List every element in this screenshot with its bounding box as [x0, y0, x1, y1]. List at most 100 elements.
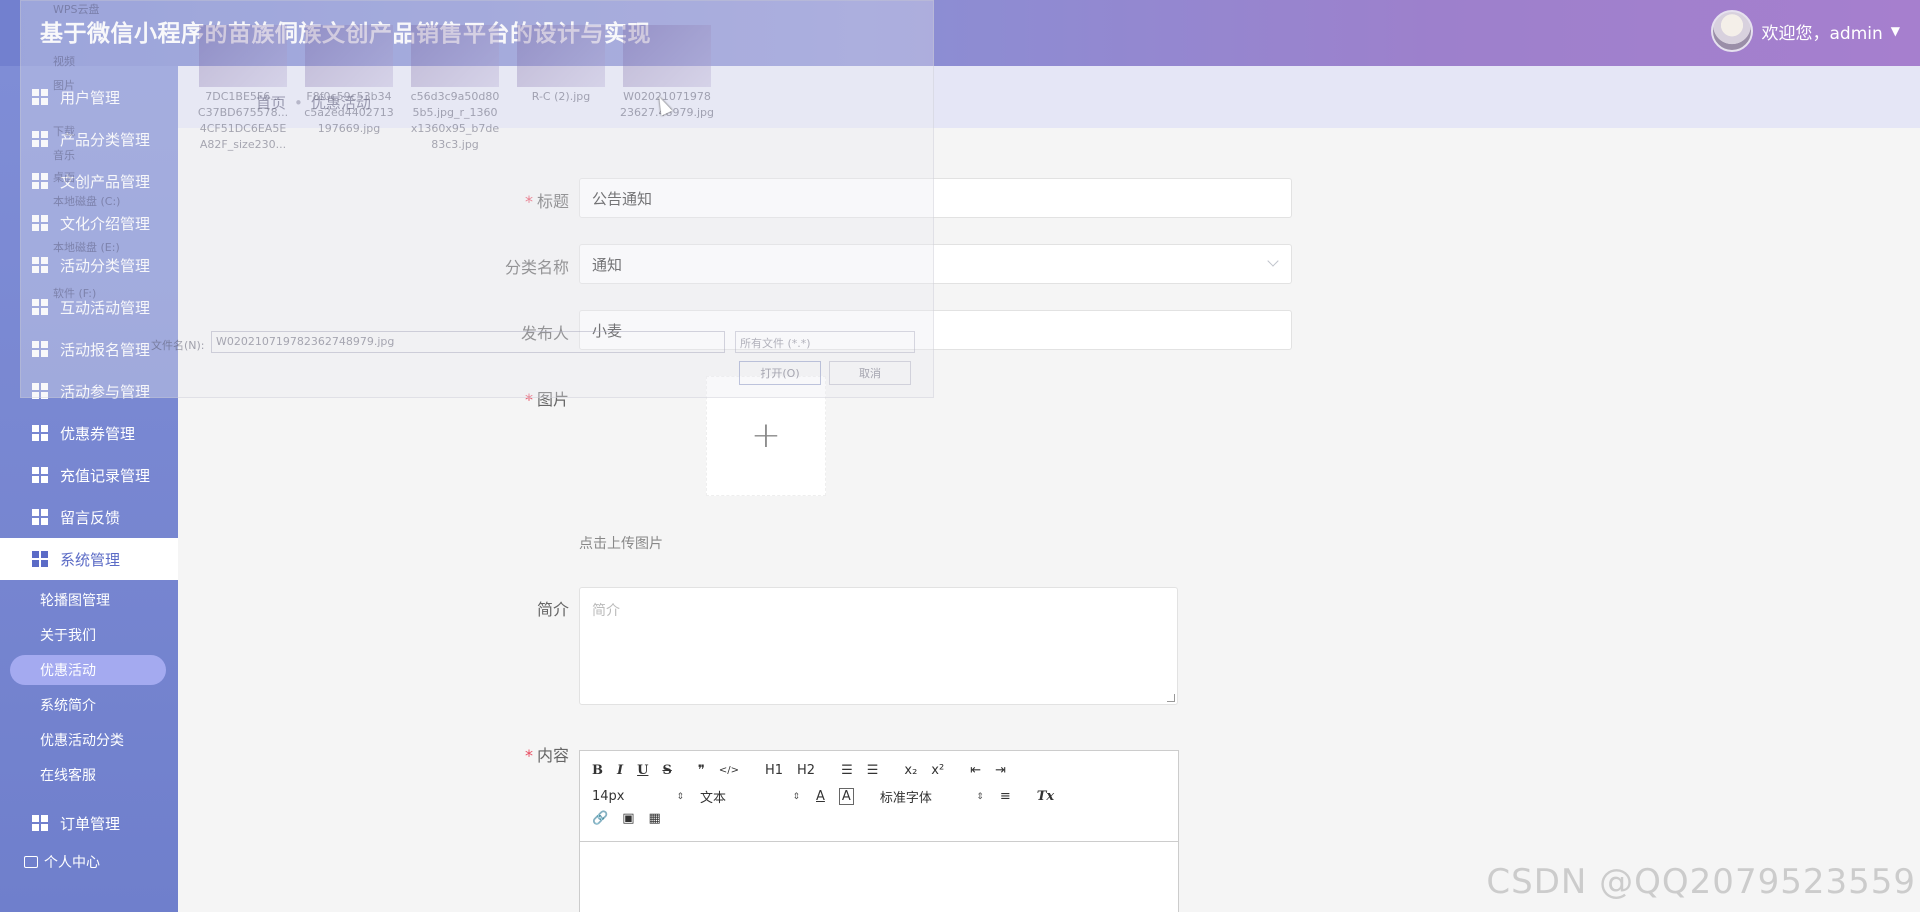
bold-icon[interactable]: B	[592, 763, 603, 778]
intro-textarea[interactable]: 简介	[579, 587, 1178, 705]
sidebar-item-activity-category[interactable]: 活动分类管理	[0, 244, 178, 286]
subscript-icon[interactable]: x₂	[904, 763, 917, 778]
font-family-value: 标准字体	[879, 791, 932, 806]
required-mark: *	[524, 746, 533, 765]
sidebar-item-product-category[interactable]: 产品分类管理	[0, 118, 178, 160]
font-color-icon[interactable]: A	[816, 789, 825, 804]
quote-icon[interactable]: ❞	[698, 763, 705, 778]
image-label: * 图片	[524, 390, 569, 409]
sidebar-item-feedback[interactable]: 留言反馈	[0, 496, 178, 538]
sidebar-item-label: 用户管理	[60, 88, 121, 107]
sidebar-item-label: 留言反馈	[60, 508, 121, 527]
window-icon	[24, 856, 38, 868]
ordered-list-icon[interactable]: ☰	[841, 763, 853, 778]
sidebar-item-system[interactable]: 系统管理	[0, 538, 178, 580]
heading2-icon[interactable]: H2	[797, 763, 815, 778]
publisher-input[interactable]: 小麦	[579, 310, 1292, 350]
text-type-select[interactable]: 文本 ⇕	[700, 787, 800, 806]
updown-icon: ⇕	[792, 791, 800, 802]
font-size-select[interactable]: 14px ⇕	[592, 789, 684, 804]
rich-text-editor[interactable]: B I U S ❞ </> H1 H2 ☰ ☰ x₂ x² ⇤ ⇥ 14px ⇕…	[579, 750, 1179, 912]
underline-icon[interactable]: U	[637, 763, 648, 778]
grid-icon	[32, 509, 48, 525]
resize-handle-icon[interactable]	[1167, 694, 1175, 702]
font-family-select[interactable]: 标准字体 ⇕	[880, 787, 984, 806]
video-icon[interactable]: ▦	[648, 811, 660, 826]
grid-icon	[32, 89, 48, 105]
breadcrumb: 首页 • 优惠活动	[256, 92, 371, 113]
grid-icon	[32, 341, 48, 357]
title-input[interactable]: 公告通知	[579, 178, 1292, 218]
upload-hint: 点击上传图片	[579, 536, 663, 552]
category-select[interactable]: 通知	[579, 244, 1292, 284]
sidebar-item-users[interactable]: 用户管理	[0, 76, 178, 118]
user-menu[interactable]: 欢迎您，admin ▼	[1711, 10, 1900, 52]
strikethrough-icon[interactable]: S	[662, 763, 671, 778]
sidebar-item-culture[interactable]: 文化介绍管理	[0, 202, 178, 244]
avatar[interactable]	[1711, 10, 1754, 52]
sidebar-item-coupons[interactable]: 优惠券管理	[0, 412, 178, 454]
watermark: CSDN @QQ2079523559	[1486, 862, 1916, 902]
align-icon[interactable]: ≡	[1000, 789, 1011, 804]
app-title: 基于微信小程序的苗族侗族文创产品销售平台的设计与实现	[40, 21, 651, 47]
text-type-value: 文本	[700, 791, 727, 806]
breadcrumb-current: 优惠活动	[310, 94, 371, 112]
grid-icon	[32, 383, 48, 399]
sidebar-item-label: 个人中心	[44, 855, 100, 871]
sidebar-item-orders[interactable]: 订单管理	[0, 802, 178, 844]
publisher-label: 发布人	[520, 324, 569, 343]
sidebar-item-label: 文创产品管理	[60, 172, 151, 191]
sidebar-item-label: 文化介绍管理	[60, 214, 151, 233]
font-size-value: 14px	[592, 789, 625, 804]
updown-icon: ⇕	[976, 791, 984, 802]
code-icon[interactable]: </>	[719, 765, 739, 776]
updown-icon: ⇕	[676, 791, 684, 802]
welcome-text[interactable]: 欢迎您，admin	[1761, 19, 1882, 44]
required-mark: *	[524, 192, 533, 211]
category-value: 通知	[592, 255, 623, 274]
sidebar-item-activities[interactable]: 互动活动管理	[0, 286, 178, 328]
plus-icon: +	[750, 415, 782, 456]
clear-format-icon[interactable]: Tx	[1037, 789, 1054, 804]
italic-icon[interactable]: I	[617, 763, 623, 778]
image-icon[interactable]: ▣	[622, 811, 634, 826]
chevron-down-icon[interactable]: ▼	[1891, 24, 1900, 38]
background-color-icon[interactable]: A	[838, 788, 854, 805]
required-mark: *	[524, 390, 533, 409]
breadcrumb-bar	[178, 66, 1920, 128]
submenu-about[interactable]: 关于我们	[10, 620, 166, 650]
submenu-carousel[interactable]: 轮播图管理	[10, 585, 166, 615]
link-icon[interactable]: 🔗	[592, 811, 608, 826]
sidebar-item-recharge[interactable]: 充值记录管理	[0, 454, 178, 496]
superscript-icon[interactable]: x²	[931, 763, 944, 778]
sidebar-item-products[interactable]: 文创产品管理	[0, 160, 178, 202]
breadcrumb-home[interactable]: 首页	[256, 92, 286, 113]
image-upload[interactable]: +	[706, 376, 826, 496]
heading1-icon[interactable]: H1	[765, 763, 783, 778]
sidebar-item-signups[interactable]: 活动报名管理	[0, 328, 178, 370]
bulb-icon	[32, 467, 48, 483]
category-label: 分类名称	[504, 258, 569, 277]
editor-toolbar-row-2: 14px ⇕ 文本 ⇕ A A 标准字体 ⇕ ≡ Tx	[592, 787, 1068, 806]
indent-icon[interactable]: ⇥	[995, 763, 1006, 778]
sidebar-item-label: 互动活动管理	[60, 298, 151, 317]
title-label: * 标题	[524, 192, 569, 211]
sidebar-item-label: 产品分类管理	[60, 130, 151, 149]
sidebar-item-participation[interactable]: 活动参与管理	[0, 370, 178, 412]
submenu-promotions[interactable]: 优惠活动	[10, 655, 166, 685]
sidebar-item-label: 充值记录管理	[60, 466, 151, 485]
cancel-button[interactable]: 取消	[829, 361, 911, 385]
submenu-promo-category[interactable]: 优惠活动分类	[10, 725, 166, 755]
sidebar-item-personal[interactable]: 个人中心	[24, 852, 100, 872]
sidebar-item-label: 活动参与管理	[60, 382, 151, 401]
bullet-list-icon[interactable]: ☰	[867, 763, 879, 778]
submenu-system-intro[interactable]: 系统简介	[10, 690, 166, 720]
submenu-online-service[interactable]: 在线客服	[10, 760, 166, 790]
outdent-icon[interactable]: ⇤	[970, 763, 981, 778]
chat-icon	[32, 299, 48, 315]
sidebar-item-label: 活动报名管理	[60, 340, 151, 359]
editor-content-area[interactable]	[580, 841, 1178, 912]
sidebar: 用户管理 产品分类管理 文创产品管理 文化介绍管理 活动分类管理 互动活动管理 …	[0, 66, 178, 912]
editor-toolbar-row-1: B I U S ❞ </> H1 H2 ☰ ☰ x₂ x² ⇤ ⇥	[592, 763, 1020, 778]
intro-label: 简介	[536, 600, 569, 619]
